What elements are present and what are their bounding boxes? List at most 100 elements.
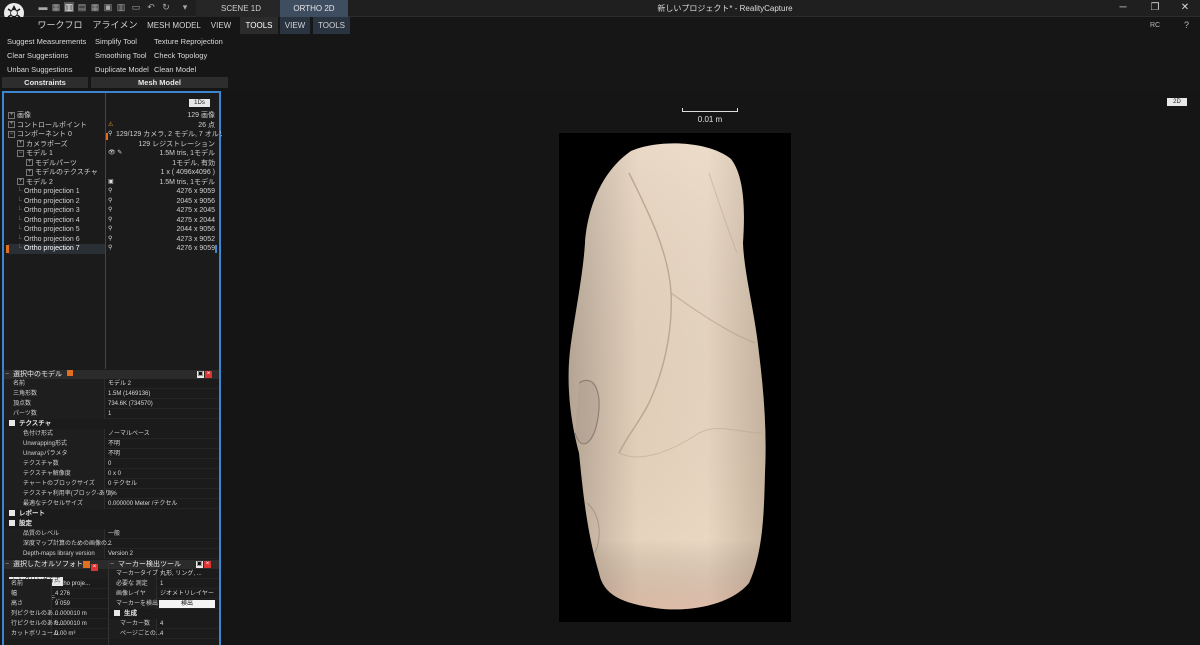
property-value[interactable]: 一般	[105, 529, 213, 539]
menu-view-ortho[interactable]: VIEW	[280, 17, 310, 34]
minimize-button[interactable]: ─	[1108, 0, 1138, 17]
layout-6-icon[interactable]: ▣	[103, 2, 113, 12]
menu-alignment[interactable]: アライメント	[90, 17, 140, 47]
property-value[interactable]: 0 x 0	[105, 469, 213, 479]
expand-toggle-icon[interactable]: +	[8, 121, 15, 129]
close-button[interactable]: ✕	[1170, 0, 1200, 17]
tree-item[interactable]: └ Ortho projection 6	[8, 235, 105, 245]
property-value[interactable]: 0	[105, 459, 213, 469]
panel-close-icon[interactable]: ×	[91, 564, 98, 571]
collapse-icon[interactable]: −	[5, 370, 9, 379]
property-value[interactable]: 4 276	[52, 589, 107, 599]
texture-section[interactable]: テクスチャ	[4, 419, 219, 429]
section-toggle-icon[interactable]	[114, 610, 120, 617]
property-value[interactable]: 4	[157, 619, 219, 629]
property-value[interactable]: 0%	[105, 489, 213, 499]
property-value[interactable]: 0.00 m³	[52, 629, 107, 639]
expand-toggle-icon[interactable]: +	[17, 140, 24, 148]
settings-section[interactable]: 設定	[4, 519, 219, 529]
tree-item[interactable]: + モデルのテクスチャ	[8, 168, 105, 178]
property-value[interactable]: 1.5M (1469136)	[105, 389, 213, 399]
tree-item[interactable]: + 画像	[8, 111, 105, 121]
property-value[interactable]: 0.000010 m	[52, 609, 107, 619]
layout-1-icon[interactable]: ▬	[38, 2, 48, 12]
tree-item[interactable]: └ Ortho projection 1	[8, 187, 105, 197]
property-value[interactable]: 0.000000 Meter /テクセル	[105, 499, 213, 509]
layout-7-icon[interactable]: ▥	[116, 2, 126, 12]
layout-5-icon[interactable]: ▦	[90, 2, 100, 12]
property-value[interactable]: 9 059	[52, 599, 107, 609]
layout-3-icon[interactable]: ▥	[64, 2, 74, 12]
quick-access-dropdown-icon[interactable]: ▾	[180, 2, 190, 12]
expand-toggle-icon[interactable]: −	[17, 149, 24, 157]
tree-item[interactable]: + モデルパーツ	[8, 159, 105, 169]
expand-toggle-icon[interactable]: +	[17, 178, 24, 186]
tree-item[interactable]: − コンポーネント 0	[8, 130, 105, 140]
clear-suggestions-button[interactable]: Clear Suggestions	[0, 49, 88, 63]
layout-4-icon[interactable]: ▤	[77, 2, 87, 12]
suggest-measurements-button[interactable]: Suggest Measurements	[0, 35, 88, 49]
property-value[interactable]: Version 2	[105, 549, 213, 559]
ortho-projection-image[interactable]	[559, 133, 791, 622]
property-value[interactable]: ノーマルベース	[105, 429, 213, 439]
rc-account-label[interactable]: RC	[1150, 17, 1160, 34]
expand-toggle-icon[interactable]: −	[8, 130, 15, 138]
menu-workflow[interactable]: ワークフロー	[34, 17, 86, 47]
view-mode-1ds-button[interactable]: 1Ds	[189, 99, 210, 107]
maximize-button[interactable]: ❐	[1140, 0, 1170, 17]
property-value[interactable]: ジオメトリレイヤー	[157, 589, 219, 599]
expand-toggle-icon[interactable]: +	[8, 111, 15, 119]
menu-view[interactable]: VIEW	[206, 17, 236, 34]
expand-toggle-icon[interactable]: +	[26, 159, 33, 167]
property-value[interactable]: モデル 2	[105, 379, 213, 389]
tree-item[interactable]: + モデル 2	[8, 178, 105, 188]
help-button[interactable]: ?	[1184, 17, 1189, 34]
view-mode-2d-button[interactable]: 2D	[1167, 98, 1187, 106]
tree-item[interactable]: └ Ortho projection 5	[8, 225, 105, 235]
tab-scene-1d[interactable]: SCENE 1D	[196, 0, 286, 17]
smoothing-tool-button[interactable]: Smoothing Tool	[88, 49, 148, 63]
property-value[interactable]: 4	[157, 629, 219, 639]
property-value[interactable]: 1	[105, 409, 213, 419]
tree-item[interactable]: + カメラポーズ	[8, 140, 105, 150]
tree-item[interactable]: + コントロールポイント	[8, 121, 105, 131]
tree-item[interactable]: └ Ortho projection 4	[8, 216, 105, 226]
property-value[interactable]: Ortho proje...	[52, 579, 107, 589]
collapse-icon[interactable]: −	[110, 560, 114, 569]
property-value[interactable]: 2	[105, 539, 213, 549]
property-value[interactable]: 0.000010 m	[52, 619, 107, 629]
property-value[interactable]: 0 テクセル	[105, 479, 213, 489]
panel-close-icon[interactable]: ×	[205, 371, 212, 378]
clean-model-button[interactable]: Clean Model	[147, 63, 229, 77]
expand-toggle-icon[interactable]: +	[26, 168, 33, 176]
panel-color-icon[interactable]	[83, 561, 90, 568]
panel-close-icon[interactable]: ×	[204, 561, 211, 568]
section-toggle-icon[interactable]	[9, 520, 15, 527]
simplify-tool-button[interactable]: Simplify Tool	[88, 35, 148, 49]
save-icon[interactable]: ▭	[131, 2, 141, 12]
tree-item[interactable]: └ Ortho projection 7	[8, 244, 105, 254]
menu-tools[interactable]: TOOLS	[240, 17, 278, 34]
report-section[interactable]: レポート	[4, 509, 219, 519]
detect-button[interactable]: 検出	[159, 600, 215, 608]
tree-item[interactable]: └ Ortho projection 2	[8, 197, 105, 207]
undo-icon[interactable]: ↶	[146, 2, 156, 12]
collapse-icon[interactable]: −	[5, 560, 9, 569]
property-value[interactable]: 丸形, リング, ...	[157, 569, 219, 579]
section-toggle-icon[interactable]	[9, 510, 15, 517]
property-value[interactable]: 1	[157, 579, 219, 589]
generate-section[interactable]: 生成	[109, 609, 219, 619]
property-value[interactable]: 734.6K (734570)	[105, 399, 213, 409]
panel-pin-icon[interactable]: ▣	[196, 561, 203, 568]
property-value[interactable]: 不明	[105, 439, 213, 449]
tree-item[interactable]: − モデル 1	[8, 149, 105, 159]
property-value[interactable]: 不明	[105, 449, 213, 459]
redo-icon[interactable]: ↻	[161, 2, 171, 12]
menu-tools-ortho[interactable]: TOOLS	[313, 17, 350, 34]
duplicate-model-button[interactable]: Duplicate Model	[88, 63, 149, 77]
layout-2-icon[interactable]: ▦	[51, 2, 61, 12]
section-toggle-icon[interactable]	[9, 420, 15, 427]
texture-reprojection-button[interactable]: Texture Reprojection	[147, 35, 229, 49]
panel-pin-icon[interactable]: ▣	[197, 371, 204, 378]
menu-mesh-model[interactable]: MESH MODEL	[146, 17, 202, 34]
